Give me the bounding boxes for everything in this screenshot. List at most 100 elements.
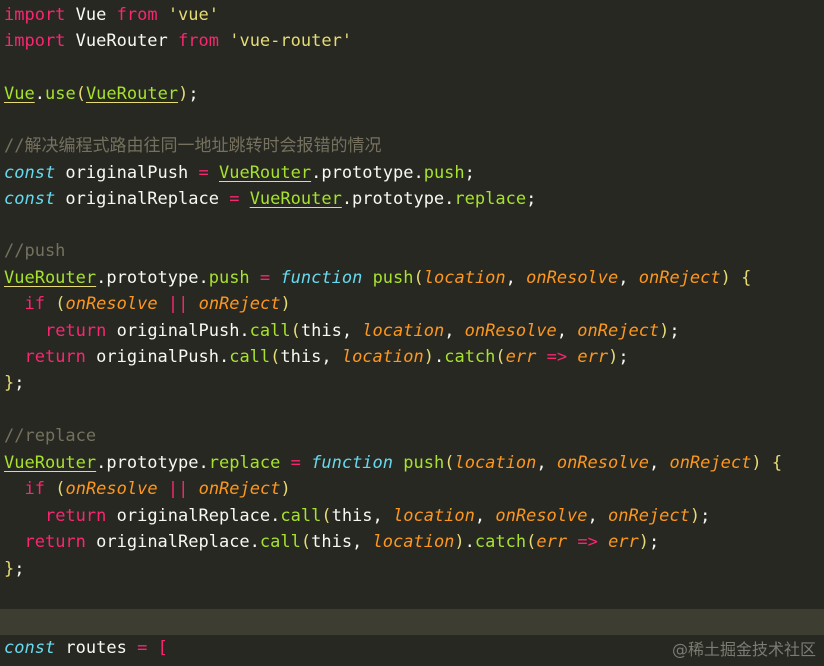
- code-line[interactable]: //replace: [4, 423, 96, 449]
- code-token-plain: this,: [311, 532, 373, 552]
- code-line[interactable]: return originalReplace.call(this, locati…: [4, 529, 659, 555]
- code-token-plain: originalReplace.: [85, 532, 260, 552]
- code-token-fn: replace: [208, 453, 281, 473]
- code-token-paren: (: [55, 479, 66, 499]
- code-token-plain: ;: [669, 321, 680, 341]
- code-line[interactable]: return originalPush.call(this, location)…: [4, 344, 629, 370]
- code-token-cls: VueRouter: [218, 163, 312, 183]
- code-token-op: =>: [577, 532, 598, 552]
- code-line[interactable]: VueRouter.prototype.push = function push…: [4, 265, 751, 291]
- code-token-op: =: [229, 189, 240, 209]
- code-token-plain: ,: [618, 268, 639, 288]
- code-line[interactable]: const routes = [: [4, 635, 168, 661]
- code-token-plain: originalReplace: [55, 189, 230, 209]
- code-token-plain: originalReplace.: [106, 506, 281, 526]
- code-token-param: onReject: [577, 321, 660, 341]
- code-token-cls: VueRouter: [85, 84, 179, 104]
- code-token-plain: .: [433, 347, 445, 367]
- code-line[interactable]: //解决编程式路由往同一地址跳转时会报错的情况: [4, 133, 381, 159]
- code-line[interactable]: return originalReplace.call(this, locati…: [4, 503, 710, 529]
- code-token-plain: ,: [505, 268, 527, 288]
- code-token-op: =>: [546, 347, 568, 367]
- code-token-plain: .prototype.: [311, 163, 424, 183]
- code-token-plain: ;: [649, 532, 660, 552]
- code-token-param: location: [393, 506, 475, 526]
- code-token-param: err: [577, 347, 609, 367]
- code-line[interactable]: const originalPush = VueRouter.prototype…: [4, 160, 475, 186]
- code-token-op: =: [290, 453, 301, 473]
- code-token-bracket: [: [157, 638, 168, 658]
- code-line[interactable]: };: [4, 370, 25, 396]
- code-token-plain: originalPush: [55, 163, 199, 183]
- code-token-plain: originalPush.: [106, 321, 250, 341]
- code-token-plain: ,: [556, 321, 578, 341]
- code-token-plain: ,: [474, 506, 496, 526]
- code-line[interactable]: const originalReplace = VueRouter.protot…: [4, 186, 536, 212]
- code-token-paren: ): [280, 479, 291, 499]
- code-token-plain: ,: [444, 321, 465, 341]
- code-token-plain: ;: [618, 347, 629, 367]
- code-token-param: onResolve: [65, 479, 158, 499]
- code-line[interactable]: Vue.use(VueRouter);: [4, 81, 199, 107]
- code-token-stor: const: [4, 189, 56, 209]
- code-token-fn: push: [208, 268, 250, 288]
- code-token-fn: use: [44, 84, 76, 104]
- code-token-param: onReject: [669, 453, 752, 473]
- code-token-paren: }: [4, 373, 15, 393]
- code-token-plain: .prototype.: [96, 268, 209, 288]
- code-line[interactable]: import Vue from 'vue': [4, 2, 219, 28]
- code-token-kw: return: [24, 532, 86, 552]
- code-line[interactable]: if (onResolve || onReject): [4, 476, 291, 502]
- code-token-op: ||: [167, 294, 189, 314]
- code-token-paren: ): [454, 532, 465, 552]
- code-token-param: err: [608, 532, 639, 552]
- code-line[interactable]: return originalPush.call(this, location,…: [4, 318, 680, 344]
- code-line[interactable]: //push: [4, 238, 65, 264]
- code-token-plain: .: [464, 532, 475, 552]
- code-token-paren: ): [659, 321, 670, 341]
- code-token-kw: return: [44, 321, 107, 341]
- code-token-plain: ;: [14, 559, 25, 579]
- code-line[interactable]: };: [4, 556, 25, 582]
- code-token-fn: call: [229, 347, 271, 367]
- code-token-paren: ): [720, 268, 731, 288]
- code-token-op: =: [198, 163, 209, 183]
- code-token-paren: (: [290, 321, 301, 341]
- code-token-kw: import: [4, 5, 66, 25]
- code-line[interactable]: VueRouter.prototype.replace = function p…: [4, 450, 782, 476]
- code-token-kw: from: [178, 31, 219, 51]
- code-editor[interactable]: import Vue from 'vue' import VueRouter fr…: [0, 0, 824, 666]
- code-token-cmt: //push: [4, 241, 66, 261]
- code-token-param: onResolve: [464, 321, 557, 341]
- watermark-text: @稀土掘金技术社区: [671, 640, 816, 659]
- code-token-paren: ): [638, 532, 650, 552]
- code-token-cls: VueRouter: [249, 189, 342, 209]
- code-token-plain: ;: [464, 163, 475, 183]
- code-token-kw: from: [116, 5, 158, 25]
- code-token-paren: (: [444, 453, 455, 473]
- code-token-param: location: [372, 532, 455, 552]
- code-token-paren: ): [178, 84, 189, 104]
- code-token-op: ||: [167, 479, 189, 499]
- code-line[interactable]: import VueRouter from 'vue-router': [4, 28, 352, 54]
- code-token-stor: const: [4, 163, 56, 183]
- code-token-plain: ;: [700, 506, 711, 526]
- code-token-kw: return: [44, 506, 107, 526]
- code-token-paren: ): [608, 347, 619, 367]
- code-token-param: onResolve: [556, 453, 649, 473]
- code-line[interactable]: if (onResolve || onReject): [4, 291, 290, 317]
